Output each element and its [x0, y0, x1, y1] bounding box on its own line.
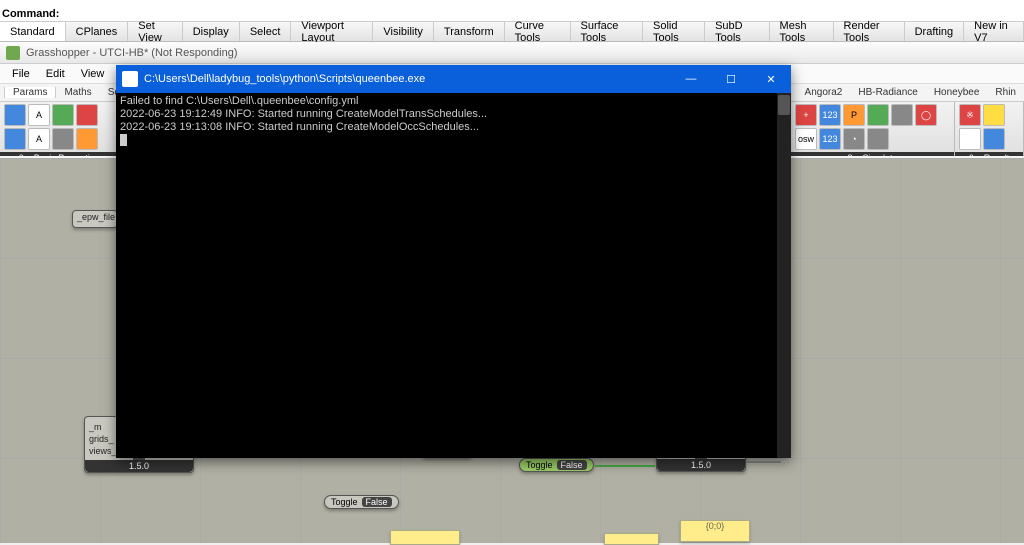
gh-title-text: Grasshopper - UTCI-HB* (Not Responding) [26, 47, 238, 59]
ribbon-icon[interactable] [76, 128, 98, 150]
gh-tab-honeybee[interactable]: Honeybee [926, 87, 988, 98]
rhino-tab-solid-tools[interactable]: Solid Tools [643, 22, 705, 41]
terminal-body[interactable]: Failed to find C:\Users\Dell\.queenbee\c… [116, 93, 791, 458]
ribbon-icon[interactable] [959, 128, 981, 150]
ribbon-icon[interactable]: A [28, 104, 50, 126]
panel[interactable] [604, 533, 659, 545]
gh-menu-file[interactable]: File [4, 68, 38, 80]
ribbon-icon[interactable] [52, 128, 74, 150]
toggle-label: Toggle [526, 460, 553, 470]
rhino-tab-surface-tools[interactable]: Surface Tools [571, 22, 644, 41]
ribbon-icon[interactable]: + [795, 104, 817, 126]
gh-tab-params[interactable]: Params [4, 87, 56, 98]
wire [746, 461, 781, 463]
ribbon-icon[interactable]: ◔ [843, 128, 865, 150]
terminal-line: 2022-06-23 19:13:08 INFO: Started runnin… [120, 121, 479, 133]
ribbon-icon[interactable]: 123 [819, 104, 841, 126]
rhino-tab-visibility[interactable]: Visibility [373, 22, 434, 41]
terminal-line: 2022-06-23 19:12:49 INFO: Started runnin… [120, 108, 487, 120]
rhino-tab-render-tools[interactable]: Render Tools [834, 22, 905, 41]
terminal-app-icon [122, 71, 138, 87]
gh-ribbon-result: ※ 6 :: Result [955, 102, 1024, 155]
gh-ribbon-basic-properties: A A 0 :: Basic Properties [0, 102, 119, 155]
component-version: 1.5.0 [657, 459, 745, 471]
ribbon-icon[interactable]: P [843, 104, 865, 126]
component-epw-file[interactable]: _epw_file [72, 210, 118, 228]
terminal-title-text: C:\Users\Dell\ladybug_tools\python\Scrip… [144, 73, 425, 85]
ribbon-icon[interactable]: osw [795, 128, 817, 150]
terminal-scrollbar[interactable] [777, 93, 791, 458]
panel[interactable]: {0;0} [680, 520, 750, 542]
wire [595, 465, 655, 467]
component-version: 1.5.0 [85, 460, 193, 472]
ribbon-icon[interactable] [983, 104, 1005, 126]
gh-tab-angora2[interactable]: Angora2 [797, 87, 851, 98]
ribbon-icon[interactable] [983, 128, 1005, 150]
gh-tab-maths[interactable]: Maths [56, 87, 99, 98]
rhino-tab-display[interactable]: Display [183, 22, 240, 41]
rhino-tab-cplanes[interactable]: CPlanes [66, 22, 129, 41]
close-button[interactable]: ✕ [751, 65, 791, 93]
rhino-toolbar-tabs: Standard CPlanes Set View Display Select… [0, 22, 1024, 42]
port-label: _epw_file [73, 211, 117, 223]
gh-tab-rhin[interactable]: Rhin [987, 87, 1024, 98]
toggle-component[interactable]: Toggle False [324, 495, 399, 509]
gh-ribbon-simulate: + 123 P ◯ osw 123 ◔ 8 :: Simulate [791, 102, 955, 155]
rhino-tab-select[interactable]: Select [240, 22, 292, 41]
rhino-tab-subd-tools[interactable]: SubD Tools [705, 22, 769, 41]
rhino-tab-transform[interactable]: Transform [434, 22, 505, 41]
ribbon-icon[interactable] [52, 104, 74, 126]
ribbon-icon[interactable] [867, 128, 889, 150]
maximize-button[interactable]: ☐ [711, 65, 751, 93]
rhino-tab-mesh-tools[interactable]: Mesh Tools [770, 22, 834, 41]
toggle-label: Toggle [331, 497, 358, 507]
ribbon-icon[interactable] [4, 104, 26, 126]
terminal-cursor [120, 134, 127, 146]
ribbon-icon[interactable]: A [28, 128, 50, 150]
gh-tab-hb-radiance[interactable]: HB-Radiance [850, 87, 925, 98]
toggle-component[interactable]: Toggle False [519, 458, 594, 472]
gh-titlebar[interactable]: Grasshopper - UTCI-HB* (Not Responding) [0, 42, 1024, 64]
rhino-tab-viewport-layout[interactable]: Viewport Layout [291, 22, 373, 41]
ribbon-icon[interactable]: 123 [819, 128, 841, 150]
ribbon-icon[interactable] [867, 104, 889, 126]
panel-text: {0;0} [681, 521, 749, 531]
gh-menu-edit[interactable]: Edit [38, 68, 73, 80]
ribbon-icon[interactable]: ※ [959, 104, 981, 126]
grasshopper-icon [6, 46, 20, 60]
rhino-tab-new-v7[interactable]: New in V7 [964, 22, 1024, 41]
ribbon-icon[interactable] [4, 128, 26, 150]
scrollbar-thumb[interactable] [778, 95, 790, 115]
rhino-command-label: Command: [2, 8, 59, 20]
terminal-titlebar[interactable]: C:\Users\Dell\ladybug_tools\python\Scrip… [116, 65, 791, 93]
terminal-window[interactable]: C:\Users\Dell\ladybug_tools\python\Scrip… [116, 65, 791, 458]
rhino-tab-drafting[interactable]: Drafting [905, 22, 965, 41]
minimize-button[interactable]: — [671, 65, 711, 93]
rhino-tab-curve-tools[interactable]: Curve Tools [505, 22, 571, 41]
rhino-tab-setview[interactable]: Set View [128, 22, 183, 41]
toggle-value: False [557, 460, 587, 470]
rhino-tab-standard[interactable]: Standard [0, 22, 66, 41]
ribbon-icon[interactable] [76, 104, 98, 126]
terminal-line: Failed to find C:\Users\Dell\.queenbee\c… [120, 95, 358, 107]
gh-menu-view[interactable]: View [73, 68, 113, 80]
toggle-value: False [362, 497, 392, 507]
ribbon-icon[interactable] [891, 104, 913, 126]
ribbon-icon[interactable]: ◯ [915, 104, 937, 126]
